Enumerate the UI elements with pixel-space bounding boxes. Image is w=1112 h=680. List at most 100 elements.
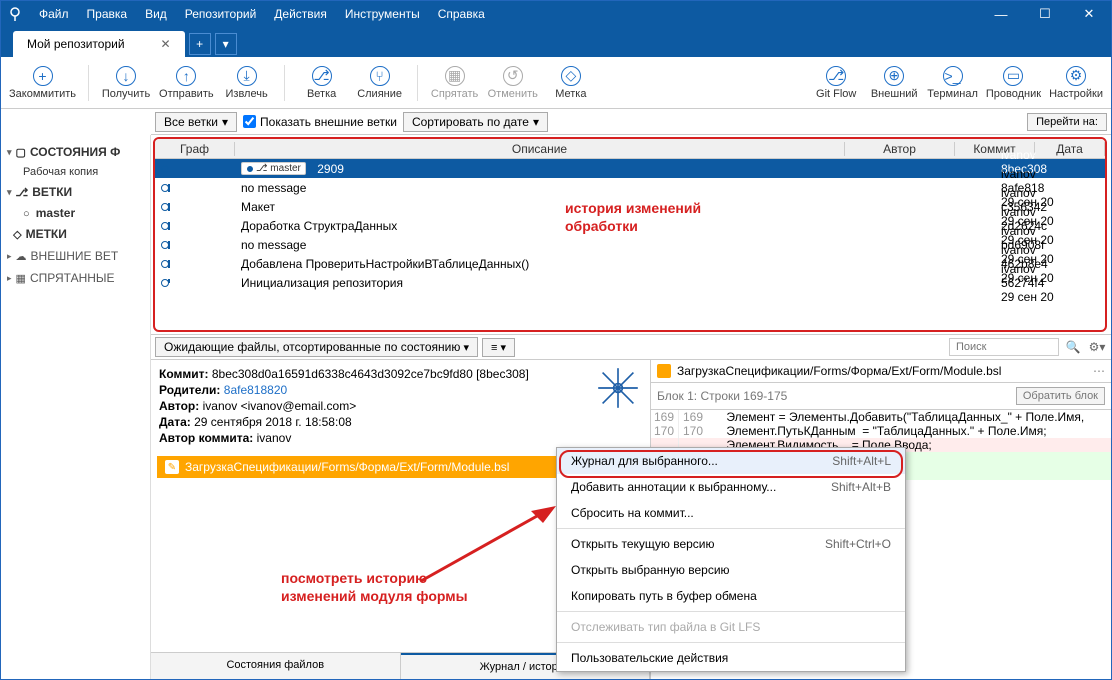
filter-row: Все ветки ▾ Показать внешние ветки Сорти… [151, 109, 1111, 135]
tag-icon: ◇ [561, 66, 581, 86]
branches-filter[interactable]: Все ветки ▾ [155, 112, 237, 132]
file-icon [657, 364, 671, 378]
chevron-down-icon: ▾ [222, 115, 228, 129]
merge-button[interactable]: ⑂Слияние [355, 66, 405, 100]
menu-actions[interactable]: Действия [266, 3, 335, 25]
plus-icon: + [33, 66, 53, 86]
gitflow-icon: ⎇ [826, 66, 846, 86]
menu-help[interactable]: Справка [430, 3, 493, 25]
context-menu-item[interactable]: Открыть текущую версиюShift+Ctrl+O [557, 531, 905, 557]
diff-header: ЗагрузкаСпецификации/Forms/Форма/Ext/For… [651, 360, 1111, 383]
new-tab-button[interactable]: + [189, 33, 211, 55]
annotation-history: история изменений обработки [565, 199, 701, 235]
search-icon[interactable]: 🔍 [1063, 337, 1083, 357]
context-menu-item[interactable]: Сбросить на коммит... [557, 500, 905, 526]
file-modified-icon: ✎ [165, 460, 179, 474]
repo-tab[interactable]: Мой репозиторий ✕ [13, 31, 185, 57]
diff-hunk-header: Блок 1: Строки 169-175 Обратить блок [651, 383, 1111, 410]
commit-row[interactable]: Добавлена ПроверитьНастройкиВТаблицеДанн… [155, 254, 1105, 273]
settings-button[interactable]: ⚙Настройки [1049, 66, 1103, 100]
context-menu-item: Отслеживать тип файла в Git LFS [557, 614, 905, 640]
gear-icon: ⚙ [1066, 66, 1086, 86]
terminal-icon: >_ [943, 66, 963, 86]
explorer-button[interactable]: ▭Проводник [986, 66, 1041, 100]
merge-icon: ⑂ [370, 66, 390, 86]
commit-button[interactable]: +Закоммитить [9, 66, 76, 100]
sort-filter[interactable]: Сортировать по дате ▾ [403, 112, 548, 132]
pull-button[interactable]: ↓Получить [101, 66, 151, 100]
goto-button[interactable]: Перейти на: [1027, 113, 1107, 131]
fetch-button[interactable]: ⤓Извлечь [222, 66, 272, 100]
app-logo-icon [7, 6, 23, 22]
close-button[interactable]: ✕ [1067, 1, 1111, 27]
col-graph[interactable]: Граф [155, 142, 235, 156]
branch-button[interactable]: ⎇Ветка [297, 66, 347, 100]
minimize-button[interactable]: — [979, 1, 1023, 27]
sidebar-branches[interactable]: ▾ ⎇ ВЕТКИ [5, 181, 146, 203]
menu-edit[interactable]: Правка [79, 3, 136, 25]
tab-close-icon[interactable]: ✕ [161, 37, 171, 51]
menu-tools[interactable]: Инструменты [337, 3, 428, 25]
explorer-icon: ▭ [1003, 66, 1023, 86]
terminal-button[interactable]: >_Терминал [927, 66, 978, 100]
push-button[interactable]: ↑Отправить [159, 66, 214, 100]
context-menu-item[interactable]: Пользовательские действия [557, 645, 905, 671]
col-desc[interactable]: Описание [235, 142, 845, 156]
remote-button[interactable]: ⊕Внешний [869, 66, 919, 100]
menu-view[interactable]: Вид [137, 3, 175, 25]
search-input[interactable] [949, 338, 1059, 356]
maximize-button[interactable]: ☐ [1023, 1, 1067, 27]
gitflow-button[interactable]: ⎇Git Flow [811, 66, 861, 100]
menu-repo[interactable]: Репозиторий [177, 3, 265, 25]
table-header: Граф Описание Автор Коммит Дата [155, 139, 1105, 159]
show-external-checkbox[interactable]: Показать внешние ветки [243, 115, 397, 129]
commit-row[interactable]: Инициализация репозитория ivanov 56274f4… [155, 273, 1105, 292]
sidebar-remotes[interactable]: ▸ ☁ ВНЕШНИЕ ВЕТ [5, 245, 146, 267]
sidebar-stashes[interactable]: ▸ ▦ СПРЯТАННЫЕ [5, 267, 146, 289]
context-menu-item[interactable]: Копировать путь в буфер обмена [557, 583, 905, 609]
discard-button[interactable]: ↺Отменить [488, 66, 538, 100]
tag-button[interactable]: ◇Метка [546, 66, 596, 100]
fetch-icon: ⤓ [237, 66, 257, 86]
discard-icon: ↺ [503, 66, 523, 86]
parent-link[interactable]: 8afe818820 [224, 383, 287, 397]
tab-filestatus[interactable]: Состояния файлов [151, 653, 401, 679]
commit-info: Коммит: 8bec308d0a16591d6338c4643d3092ce… [151, 360, 650, 452]
view-mode-button[interactable]: ≡ ▾ [482, 338, 515, 357]
push-icon: ↑ [176, 66, 196, 86]
pending-filter[interactable]: Ожидающие файлы, отсортированные по сост… [155, 337, 478, 357]
tab-strip: Мой репозиторий ✕ + ▾ [1, 27, 1111, 57]
commit-row[interactable]: ⎇ master 2909 ivanov 8bec308 29 сен 20 [155, 159, 1105, 178]
sidebar-branch-master[interactable]: ○ master [5, 203, 146, 223]
window-controls: — ☐ ✕ [979, 1, 1111, 27]
toolbar: +Закоммитить ↓Получить ↑Отправить ⤓Извле… [1, 57, 1111, 109]
tab-menu-button[interactable]: ▾ [215, 33, 237, 55]
branch-icon: ⎇ [312, 66, 332, 86]
annotation-module-history: посмотреть историю изменений модуля форм… [281, 569, 468, 605]
revert-hunk-button[interactable]: Обратить блок [1016, 387, 1105, 405]
diff-options-icon[interactable]: ⋯ [1093, 364, 1105, 378]
tab-title: Мой репозиторий [27, 37, 125, 51]
settings-gear-icon[interactable]: ⚙▾ [1087, 337, 1107, 357]
pending-row: Ожидающие файлы, отсортированные по сост… [151, 334, 1111, 360]
sidebar-tags[interactable]: ◇ МЕТКИ [5, 223, 146, 245]
chevron-down-icon: ▾ [533, 115, 539, 129]
context-menu-item[interactable]: Добавить аннотации к выбранному...Shift+… [557, 474, 905, 500]
commits-table: Граф Описание Автор Коммит Дата ⎇ master… [153, 137, 1107, 332]
commit-row[interactable]: no message ivanov 8afe818 29 сен 20 [155, 178, 1105, 197]
avatar-icon [596, 366, 640, 410]
menu-file[interactable]: Файл [31, 3, 77, 25]
stash-button[interactable]: ▦Спрятать [430, 66, 480, 100]
context-menu-item[interactable]: Журнал для выбранного...Shift+Alt+L [557, 448, 905, 474]
main-menu: Файл Правка Вид Репозиторий Действия Инс… [31, 3, 493, 25]
sidebar: ▾ ▢ СОСТОЯНИЯ Ф Рабочая копия ▾ ⎇ ВЕТКИ … [1, 135, 151, 679]
sidebar-workingcopy[interactable]: Рабочая копия [5, 163, 146, 181]
remote-icon: ⊕ [884, 66, 904, 86]
app-window: Файл Правка Вид Репозиторий Действия Инс… [0, 0, 1112, 680]
context-menu-item[interactable]: Открыть выбранную версию [557, 557, 905, 583]
context-menu: Журнал для выбранного...Shift+Alt+LДобав… [556, 447, 906, 672]
col-author[interactable]: Автор [845, 142, 955, 156]
sidebar-filestatus[interactable]: ▾ ▢ СОСТОЯНИЯ Ф [5, 141, 146, 163]
stash-icon: ▦ [445, 66, 465, 86]
commit-row[interactable]: no message ivanov bd6908f 29 сен 20 [155, 235, 1105, 254]
